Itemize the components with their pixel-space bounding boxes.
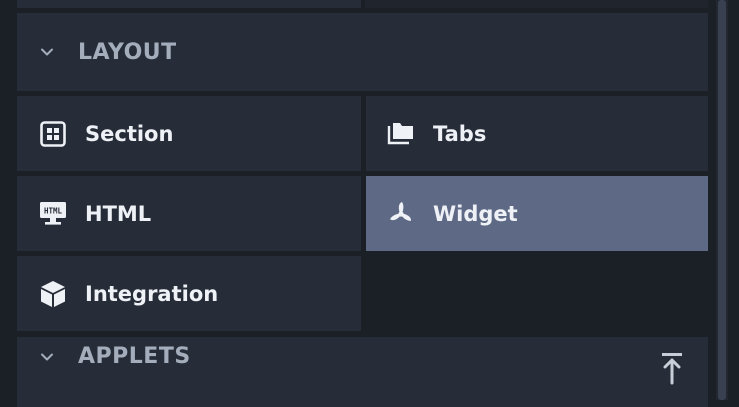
component-tile-widget[interactable]: Widget (366, 176, 708, 251)
component-tile-label: Widget (433, 201, 518, 226)
scrollbar-thumb[interactable] (718, 0, 726, 400)
component-tile-html[interactable]: HTML HTML (17, 176, 361, 251)
chevron-down-icon (39, 349, 55, 365)
propeller-icon (387, 200, 415, 228)
component-tile-label: Integration (85, 281, 219, 306)
component-tile-label: Tabs (433, 121, 487, 146)
component-panel: LAYOUT Section Tabs HTML HTML Widget Int… (0, 0, 739, 407)
applets-section-header[interactable]: APPLETS (17, 337, 708, 407)
component-tile-integration[interactable]: Integration (17, 256, 361, 331)
chevron-down-icon (39, 44, 55, 60)
previous-section-tile[interactable] (17, 0, 361, 8)
scroll-to-top-icon[interactable] (661, 353, 683, 385)
layout-section-header[interactable]: LAYOUT (17, 13, 708, 91)
component-tile-label: HTML (85, 201, 152, 226)
component-tile-tabs[interactable]: Tabs (366, 96, 708, 171)
component-tile-section[interactable]: Section (17, 96, 361, 171)
svg-text:HTML: HTML (44, 206, 63, 215)
applets-section-title: APPLETS (78, 343, 191, 369)
layout-section-title: LAYOUT (78, 39, 177, 65)
grid-box-icon (39, 120, 67, 148)
folders-icon (387, 120, 415, 148)
previous-section-empty-cell (365, 0, 708, 8)
html-monitor-icon: HTML (39, 200, 67, 228)
component-tile-label: Section (85, 121, 174, 146)
cube-icon (39, 280, 67, 308)
